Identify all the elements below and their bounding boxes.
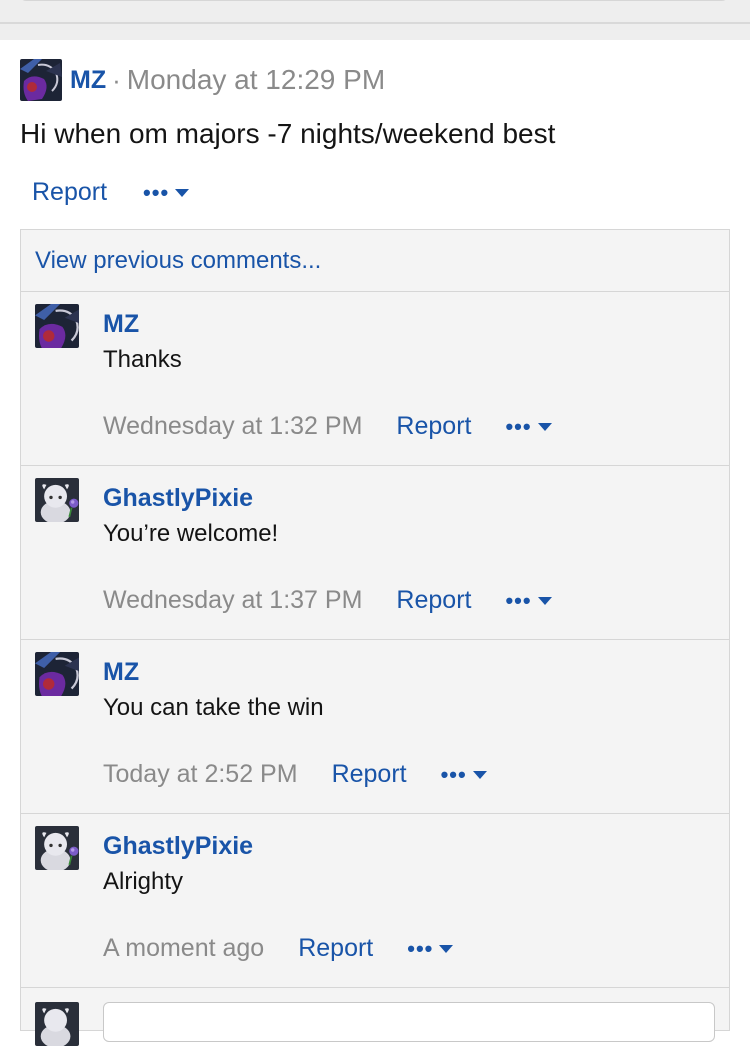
report-button[interactable]: Report — [32, 178, 107, 207]
avatar-mz[interactable] — [20, 59, 62, 101]
mz-avatar-icon — [20, 59, 62, 101]
mz-avatar-icon — [35, 652, 79, 696]
comment-author[interactable]: MZ — [103, 310, 139, 339]
more-options-button[interactable]: ••• — [407, 935, 454, 961]
avatar-mz[interactable] — [35, 652, 79, 696]
comment-meta: Wednesday at 1:32 PM Report ••• — [103, 412, 552, 441]
comment-time[interactable]: Wednesday at 1:32 PM — [103, 412, 362, 441]
ellipsis-icon: ••• — [505, 413, 532, 439]
comment-item: MZ You can take the win Today at 2:52 PM… — [21, 640, 729, 814]
comments-panel: View previous comments... MZ Thanks Wedn… — [20, 229, 730, 1046]
chevron-down-icon — [537, 422, 552, 431]
comment-time[interactable]: Wednesday at 1:37 PM — [103, 586, 362, 615]
post-separator: · — [112, 64, 121, 95]
divider — [0, 22, 750, 24]
post-message: Hi when om majors -7 nights/weekend best — [20, 118, 556, 149]
chevron-down-icon — [175, 188, 190, 197]
previous-post-box — [20, 0, 728, 1]
chevron-down-icon — [439, 944, 454, 953]
comment-item: GhastlyPixie Alrighty A moment ago Repor… — [21, 814, 729, 988]
report-button[interactable]: Report — [396, 586, 471, 615]
ghastlypixie-avatar-icon — [35, 826, 79, 870]
avatar-ghastlypixie[interactable] — [35, 478, 79, 522]
comment-meta: Wednesday at 1:37 PM Report ••• — [103, 586, 552, 615]
ellipsis-icon: ••• — [143, 179, 170, 205]
ghastlypixie-avatar-icon — [35, 1002, 79, 1046]
chevron-down-icon — [472, 770, 487, 779]
chevron-down-icon — [537, 596, 552, 605]
comment-item: MZ Thanks Wednesday at 1:32 PM Report ••… — [21, 292, 729, 466]
comment-time[interactable]: A moment ago — [103, 934, 264, 963]
report-button[interactable]: Report — [332, 760, 407, 789]
avatar-ghastlypixie — [35, 1002, 79, 1046]
mz-avatar-icon — [35, 304, 79, 348]
avatar-ghastlypixie[interactable] — [35, 826, 79, 870]
comment-time[interactable]: Today at 2:52 PM — [103, 760, 298, 789]
comment-author[interactable]: MZ — [103, 658, 139, 687]
post-header: MZ · Monday at 12:29 PM — [20, 58, 385, 102]
comment-meta: A moment ago Report ••• — [103, 934, 454, 963]
reply-row — [21, 988, 729, 1046]
reply-input[interactable] — [103, 1002, 715, 1042]
more-options-button[interactable]: ••• — [505, 587, 552, 613]
comment-text: Alrighty — [103, 868, 184, 895]
view-previous-link[interactable]: View previous comments... — [35, 247, 321, 275]
report-button[interactable]: Report — [396, 412, 471, 441]
comment-item: GhastlyPixie You’re welcome! Wednesday a… — [21, 466, 729, 640]
ghastlypixie-avatar-icon — [35, 478, 79, 522]
more-options-button[interactable]: ••• — [143, 179, 190, 205]
comment-author[interactable]: GhastlyPixie — [103, 832, 253, 861]
ellipsis-icon: ••• — [505, 587, 532, 613]
avatar-mz[interactable] — [35, 304, 79, 348]
more-options-button[interactable]: ••• — [440, 761, 487, 787]
more-options-button[interactable]: ••• — [505, 413, 552, 439]
ellipsis-icon: ••• — [407, 935, 434, 961]
previous-post-strip — [0, 0, 750, 40]
post-actions: Report ••• — [32, 178, 190, 207]
comment-meta: Today at 2:52 PM Report ••• — [103, 760, 487, 789]
comment-text: Thanks — [103, 346, 182, 373]
post-author[interactable]: MZ — [70, 66, 106, 95]
comment-text: You’re welcome! — [103, 520, 279, 547]
ellipsis-icon: ••• — [440, 761, 467, 787]
post-time[interactable]: Monday at 12:29 PM — [127, 64, 385, 96]
view-previous-comments[interactable]: View previous comments... — [21, 230, 729, 292]
comment-text: You can take the win — [103, 694, 324, 721]
comment-author[interactable]: GhastlyPixie — [103, 484, 253, 513]
report-button[interactable]: Report — [298, 934, 373, 963]
